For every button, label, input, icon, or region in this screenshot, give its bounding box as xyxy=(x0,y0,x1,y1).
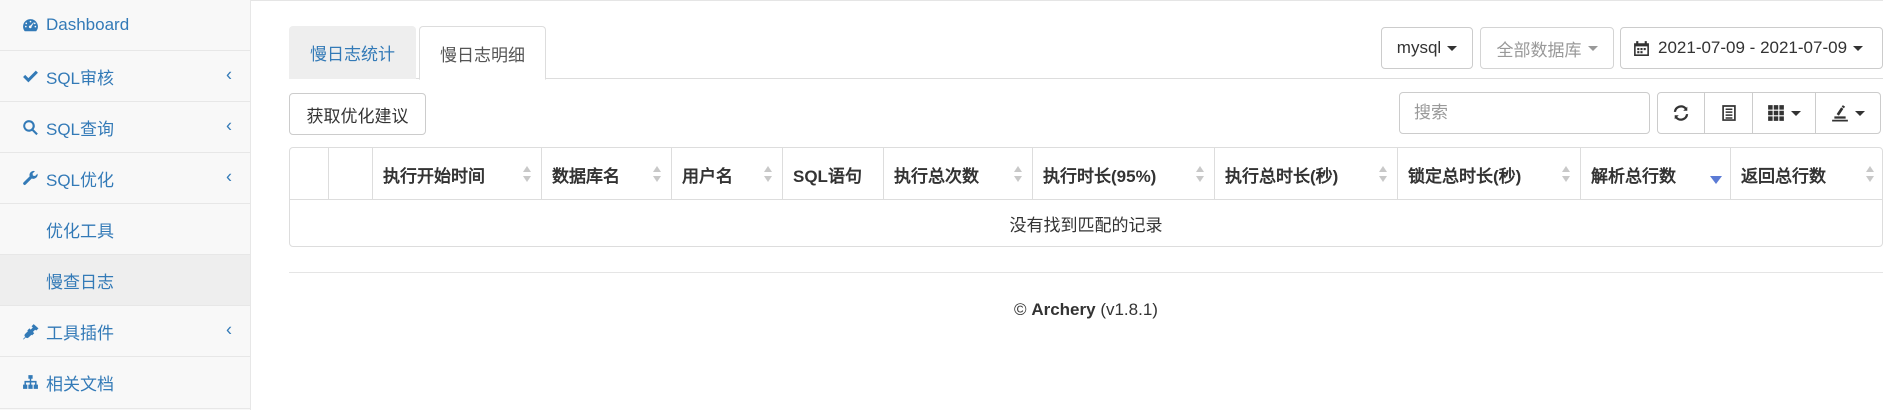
chevron-down-icon xyxy=(1791,110,1801,116)
chevron-left-icon: ‹ xyxy=(226,166,232,187)
sort-icon xyxy=(1014,166,1024,182)
column-header-lock-duration[interactable]: 锁定总时长(秒) xyxy=(1397,148,1580,200)
sidebar-item-label: SQL查询 xyxy=(46,119,115,139)
sidebar-item-label: 工具插件 xyxy=(46,323,114,343)
tab-slowlog-stats[interactable]: 慢日志统计 xyxy=(289,26,416,79)
date-range-value: 2021-07-09 - 2021-07-09 xyxy=(1658,38,1848,57)
refresh-icon xyxy=(1672,104,1690,122)
sidebar-item-optimize-tool[interactable]: 优化工具 xyxy=(0,204,250,255)
chevron-left-icon: ‹ xyxy=(226,115,232,136)
chevron-down-icon xyxy=(1587,45,1598,51)
chevron-down-icon xyxy=(1855,110,1865,116)
slowlog-table: 执行开始时间 数据库名 用户名 SQL语句 执行总次数 执行时长(95%) 执行… xyxy=(289,147,1883,247)
footer: © Archery (v1.8.1) xyxy=(289,300,1883,320)
sort-icon xyxy=(653,166,663,182)
main-content: 慢日志统计 慢日志明细 mysql 全部数据库 2021-07-09 - 202… xyxy=(251,0,1883,410)
column-header-label: 执行开始时间 xyxy=(383,166,485,186)
check-icon xyxy=(20,66,40,86)
grid-icon xyxy=(1767,104,1785,122)
column-header-start-time[interactable]: 执行开始时间 xyxy=(372,148,541,200)
sidebar-item-dashboard[interactable]: Dashboard xyxy=(0,0,250,51)
sidebar-item-label: SQL审核 xyxy=(46,68,115,88)
column-header-user[interactable]: 用户名 xyxy=(671,148,782,200)
column-header-checkbox xyxy=(328,148,372,200)
database-value: 全部数据库 xyxy=(1496,40,1582,60)
empty-table-message: 没有找到匹配的记录 xyxy=(1009,216,1163,235)
column-header-rows-sent[interactable]: 返回总行数 xyxy=(1730,148,1883,200)
column-header-rows-examined[interactable]: 解析总行数 xyxy=(1580,148,1730,200)
column-header-label: 执行总时长(秒) xyxy=(1225,166,1339,186)
wrench-icon xyxy=(20,168,40,188)
sort-icon xyxy=(1379,166,1389,182)
sidebar-item-slow-log[interactable]: 慢查日志 xyxy=(0,255,250,306)
search-input[interactable] xyxy=(1399,92,1650,134)
column-header-label: 执行总次数 xyxy=(894,166,979,186)
column-header-db-name[interactable]: 数据库名 xyxy=(541,148,671,200)
sort-icon xyxy=(523,166,533,182)
dashboard-icon xyxy=(20,15,40,35)
list-view-icon xyxy=(1720,104,1738,122)
sidebar-item-label: Dashboard xyxy=(46,15,130,34)
top-divider xyxy=(251,0,1883,1)
database-select[interactable]: 全部数据库 xyxy=(1480,27,1614,69)
footer-version: (v1.8.1) xyxy=(1100,300,1158,319)
footer-divider xyxy=(289,272,1883,273)
column-header-label: 解析总行数 xyxy=(1591,166,1676,186)
get-optimize-advice-button[interactable]: 获取优化建议 xyxy=(289,93,426,135)
sort-icon xyxy=(1562,166,1572,182)
chevron-down-icon xyxy=(1853,45,1864,51)
sort-icon xyxy=(1196,166,1206,182)
sidebar-item-sql-review[interactable]: SQL审核 ‹ xyxy=(0,51,250,102)
sidebar-item-label: 相关文档 xyxy=(46,375,114,394)
sidebar-item-label: 优化工具 xyxy=(46,221,114,241)
sort-icon xyxy=(764,166,774,182)
refresh-button[interactable] xyxy=(1657,92,1705,134)
table-toolbar xyxy=(1657,92,1883,134)
column-header-label: 执行时长(95%) xyxy=(1043,166,1157,186)
column-header-sql: SQL语句 xyxy=(782,148,883,200)
toggle-view-button[interactable] xyxy=(1704,92,1753,134)
chevron-left-icon: ‹ xyxy=(226,64,232,85)
sidebar-item-label: SQL优化 xyxy=(46,170,115,190)
sidebar-item-sql-query[interactable]: SQL查询 ‹ xyxy=(0,102,250,153)
column-header-duration-95[interactable]: 执行时长(95%) xyxy=(1032,148,1214,200)
column-header-total-count[interactable]: 执行总次数 xyxy=(883,148,1032,200)
sidebar-item-sql-optimize[interactable]: SQL优化 ‹ xyxy=(0,153,250,204)
sidebar-item-label: 慢查日志 xyxy=(46,272,114,292)
db-type-select[interactable]: mysql xyxy=(1381,27,1473,69)
sort-icon xyxy=(1866,166,1876,182)
sitemap-icon xyxy=(20,373,40,393)
calendar-icon xyxy=(1633,40,1650,57)
sort-desc-icon xyxy=(1710,166,1722,184)
chevron-down-icon xyxy=(1447,45,1458,51)
column-header-label: 数据库名 xyxy=(552,166,620,186)
column-header-label: SQL语句 xyxy=(793,166,862,186)
copyright-symbol: © xyxy=(1014,300,1027,319)
export-icon xyxy=(1831,104,1849,122)
column-header-label: 用户名 xyxy=(682,166,733,186)
column-header-total-duration[interactable]: 执行总时长(秒) xyxy=(1214,148,1397,200)
date-range-picker[interactable]: 2021-07-09 - 2021-07-09 xyxy=(1620,27,1883,69)
column-header-expand xyxy=(290,148,328,200)
column-header-label: 锁定总时长(秒) xyxy=(1408,166,1522,186)
plug-icon xyxy=(20,321,40,341)
chevron-left-icon: ‹ xyxy=(226,319,232,340)
sidebar-item-docs[interactable]: 相关文档 xyxy=(0,357,250,409)
footer-brand[interactable]: Archery xyxy=(1031,300,1095,319)
search-icon xyxy=(20,117,40,137)
sidebar: Dashboard SQL审核 ‹ SQL查询 ‹ SQL优化 ‹ 优化工具 慢… xyxy=(0,0,251,410)
sidebar-item-plugins[interactable]: 工具插件 ‹ xyxy=(0,306,250,357)
table-header: 执行开始时间 数据库名 用户名 SQL语句 执行总次数 执行时长(95%) 执行… xyxy=(290,148,1882,200)
db-type-value: mysql xyxy=(1396,38,1442,57)
column-header-label: 返回总行数 xyxy=(1741,166,1826,186)
columns-toggle-button[interactable] xyxy=(1752,92,1816,134)
export-button[interactable] xyxy=(1815,92,1881,134)
tab-slowlog-detail[interactable]: 慢日志明细 xyxy=(419,26,546,80)
